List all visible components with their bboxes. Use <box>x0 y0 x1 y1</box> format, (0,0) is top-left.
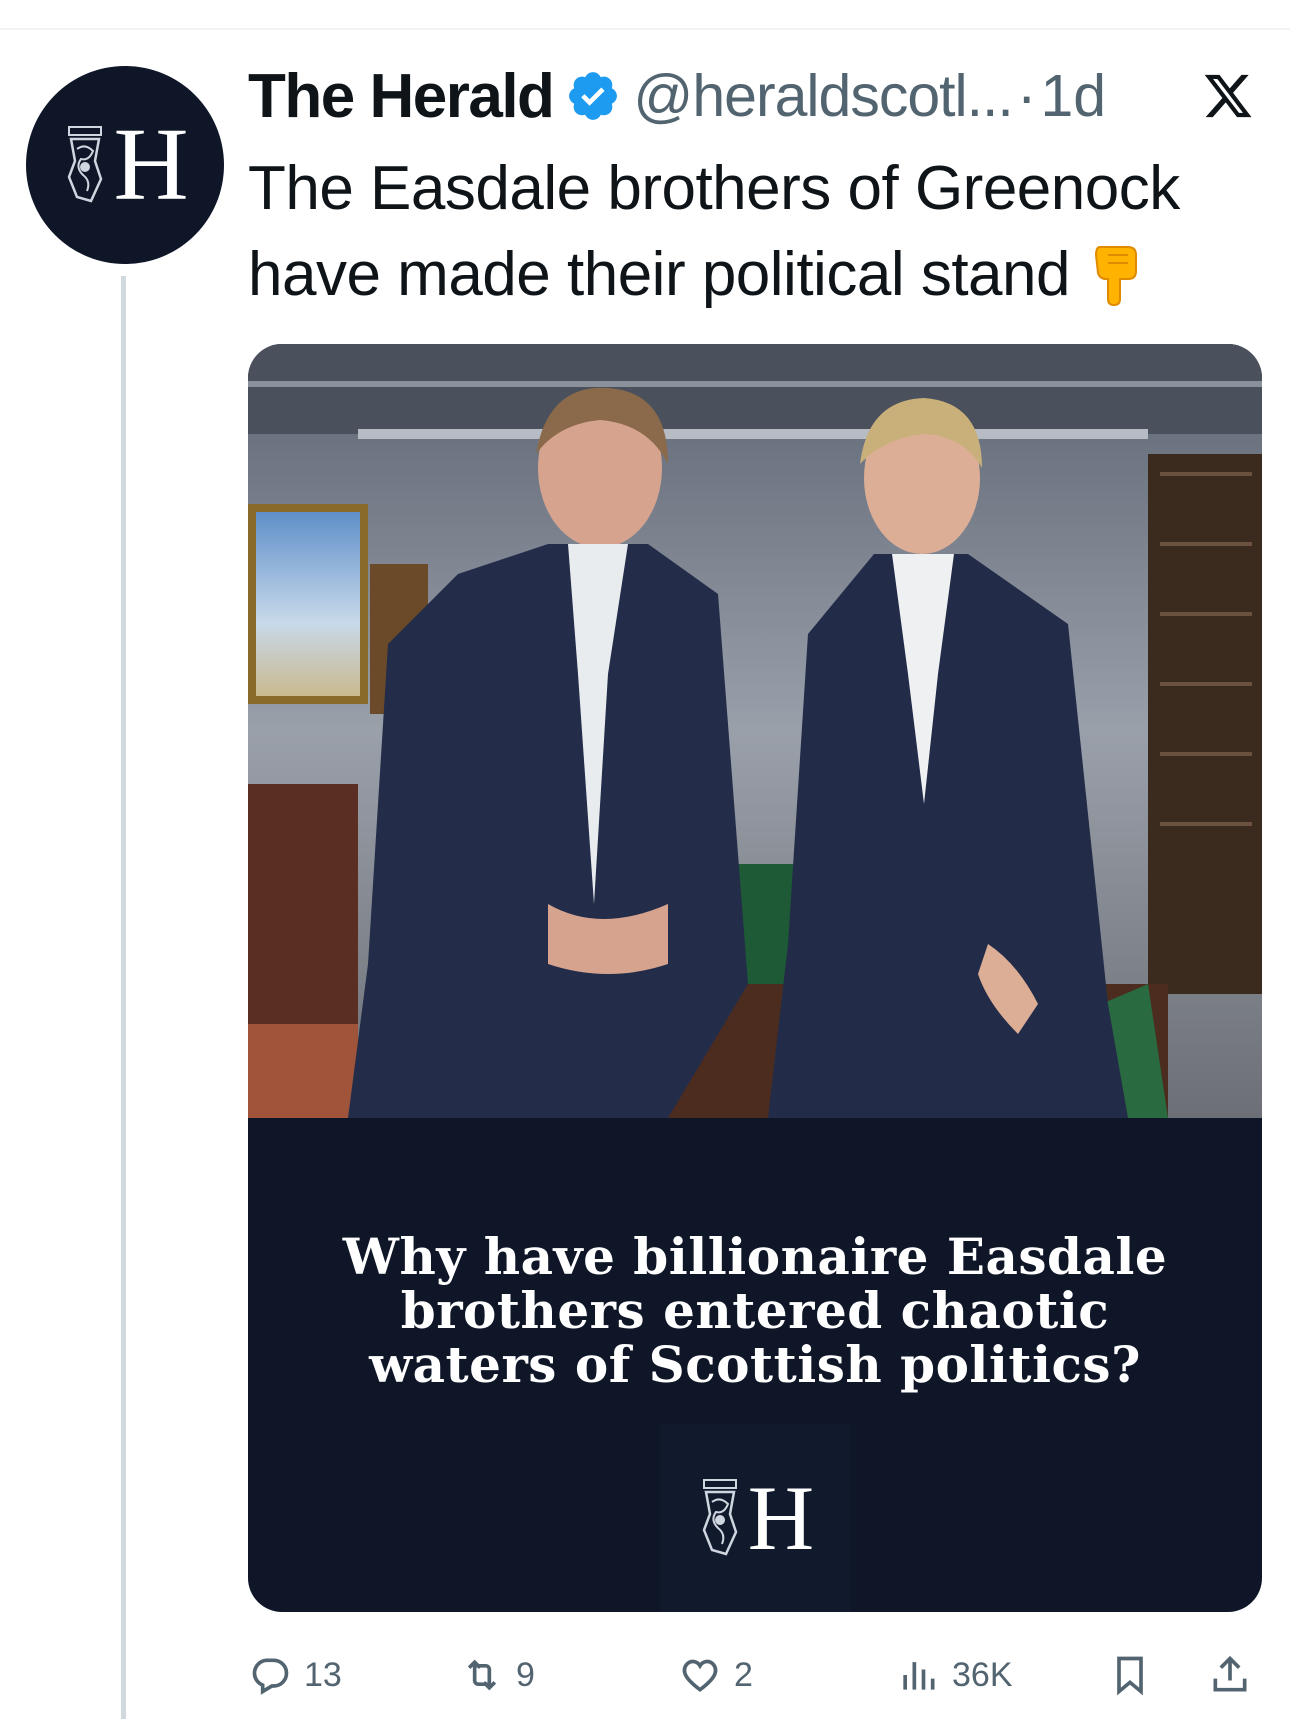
reply-button[interactable]: 13 <box>248 1640 342 1710</box>
like-count: 2 <box>734 1655 753 1694</box>
pointing-down-emoji-icon <box>1094 246 1137 307</box>
views-icon <box>903 1662 935 1690</box>
action-bar: 13 9 2 36K <box>248 1640 1260 1710</box>
article-photo <box>248 344 1262 1118</box>
bookmark-icon <box>1117 1656 1143 1696</box>
headline-line-3: waters of Scottish politics? <box>369 1335 1141 1394</box>
media-logo-letter: H <box>747 1467 815 1569</box>
repost-count: 9 <box>516 1655 535 1694</box>
tweet-header: The Herald @heraldscotl... · 1d <box>248 58 1260 134</box>
separator-dot: · <box>1016 63 1037 129</box>
like-button[interactable]: 2 <box>678 1640 753 1710</box>
tweet-text-line-1: The Easdale brothers of Greenock <box>248 154 1180 223</box>
media-logo: H <box>660 1424 850 1612</box>
reply-icon <box>252 1658 289 1695</box>
tweet-text-line-2-text: have made their political stand <box>248 240 1070 309</box>
headline-line-2: brothers entered chaotic <box>400 1281 1110 1340</box>
views-button[interactable]: 36K <box>896 1640 1013 1710</box>
handle[interactable]: @heraldscotl... <box>633 62 1013 130</box>
retweet-icon <box>467 1659 497 1691</box>
crest-icon <box>68 126 103 203</box>
article-headline: Why have billionaire Easdale brothers en… <box>248 1230 1262 1392</box>
thread-line <box>121 276 126 1719</box>
avatar[interactable]: H <box>26 66 224 264</box>
top-divider <box>0 28 1290 30</box>
repost-button[interactable]: 9 <box>460 1640 535 1710</box>
media-card[interactable]: Why have billionaire Easdale brothers en… <box>248 344 1262 1612</box>
share-button[interactable] <box>1208 1640 1252 1710</box>
avatar-letter: H <box>113 107 189 222</box>
crest-icon <box>702 1479 738 1556</box>
x-logo-icon[interactable] <box>1202 70 1254 122</box>
share-icon <box>1213 1655 1247 1692</box>
like-icon <box>682 1659 718 1692</box>
headline-line-1: Why have billionaire Easdale <box>342 1227 1168 1286</box>
timestamp[interactable]: 1d <box>1040 62 1106 130</box>
verified-badge-icon <box>569 72 618 120</box>
display-name[interactable]: The Herald <box>248 61 555 132</box>
tweet-text-line-2: have made their political stand <box>248 232 1248 318</box>
bookmark-button[interactable] <box>1108 1640 1152 1710</box>
views-count: 36K <box>952 1655 1013 1694</box>
tweet-text: The Easdale brothers of Greenock have ma… <box>248 146 1248 318</box>
reply-count: 13 <box>304 1655 342 1694</box>
